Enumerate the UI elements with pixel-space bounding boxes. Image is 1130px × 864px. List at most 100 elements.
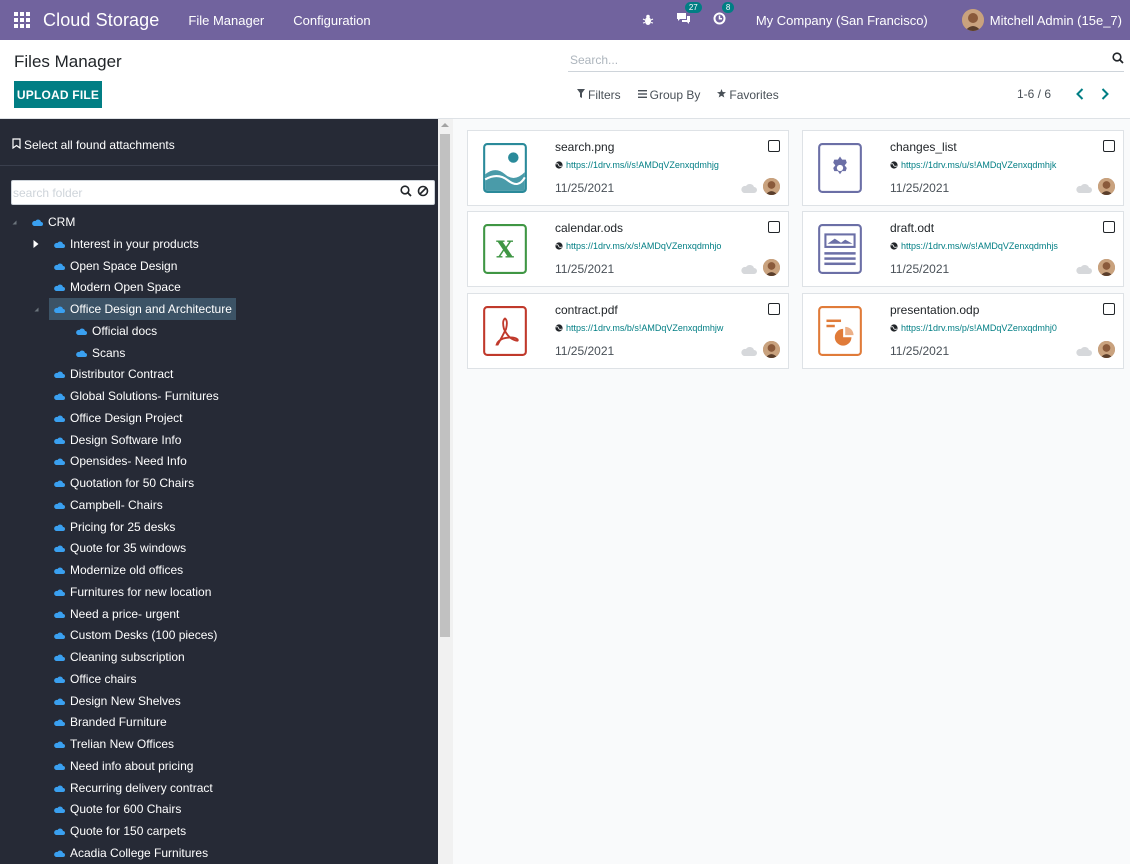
file-select-checkbox[interactable]	[1103, 303, 1115, 315]
expand-toggle-icon[interactable]	[31, 233, 41, 255]
avatar[interactable]	[763, 259, 780, 276]
activity-menu[interactable]: 8	[713, 2, 735, 28]
folder-item[interactable]: Office Design and Architecture	[49, 298, 236, 320]
folder-item[interactable]: Modern Open Space	[53, 276, 181, 298]
upload-file-button[interactable]: UPLOAD FILE	[14, 81, 102, 108]
folder-item[interactable]: Pricing for 25 desks	[53, 516, 175, 538]
file-url: https://1drv.ms/u/s!AMDqVZenxqdmhjk	[901, 160, 1057, 170]
expanded-toggle-icon[interactable]	[9, 211, 19, 233]
menu-file-manager[interactable]: File Manager	[188, 13, 264, 28]
select-all-attachments[interactable]: Select all found attachments	[12, 138, 175, 152]
file-url-link[interactable]: https://1drv.ms/u/s!AMDqVZenxqdmhjk	[890, 160, 1056, 170]
file-select-checkbox[interactable]	[1103, 140, 1115, 152]
expanded-toggle-icon[interactable]	[31, 298, 41, 320]
cloud-folder-icon	[53, 240, 65, 248]
folder-item[interactable]: Furnitures for new location	[53, 581, 211, 603]
pdf-file-icon	[482, 306, 528, 356]
folder-item[interactable]: Need a price- urgent	[53, 603, 179, 625]
folder-panel-scrollbar[interactable]	[438, 119, 453, 864]
binary-file-icon	[817, 143, 863, 193]
avatar[interactable]	[763, 341, 780, 358]
file-url-link[interactable]: https://1drv.ms/x/s!AMDqVZenxqdmhjo	[555, 241, 721, 251]
folder-item[interactable]: Open Space Design	[53, 255, 177, 277]
bars-icon	[637, 89, 647, 101]
folder-item[interactable]: Interest in your products	[53, 233, 199, 255]
file-card[interactable]: draft.odt https://1drv.ms/w/s!AMDqVZenxqd…	[802, 211, 1124, 287]
scroll-up-arrow[interactable]	[441, 123, 449, 127]
folder-item[interactable]: Office Design Project	[53, 407, 183, 429]
file-card[interactable]: search.png https://1drv.ms/i/s!AMDqVZenxq…	[467, 130, 789, 206]
pager-value[interactable]: 1-6 / 6	[1017, 87, 1051, 101]
folder-label: Quotation for 50 Chairs	[70, 476, 195, 490]
search-input[interactable]	[568, 49, 1108, 71]
folder-label: Modernize old offices	[70, 563, 184, 577]
file-card[interactable]: changes_list https://1drv.ms/u/s!AMDqVZen…	[802, 130, 1124, 206]
file-url-link[interactable]: https://1drv.ms/p/s!AMDqVZenxqdmhj0	[890, 323, 1057, 333]
app-name[interactable]: Cloud Storage	[43, 10, 159, 31]
folder-item[interactable]: Recurring delivery contract	[53, 777, 213, 799]
folder-item[interactable]: Campbell- Chairs	[53, 494, 163, 516]
globe-icon	[555, 242, 563, 250]
folder-item[interactable]: Quote for 150 carpets	[53, 820, 186, 842]
file-card[interactable]: presentation.odp https://1drv.ms/p/s!AMDq…	[802, 293, 1124, 369]
file-card[interactable]: contract.pdf https://1drv.ms/b/s!AMDqVZen…	[467, 293, 789, 369]
file-url-link[interactable]: https://1drv.ms/w/s!AMDqVZenxqdmhjs	[890, 241, 1058, 251]
folder-item[interactable]: Distributor Contract	[53, 363, 173, 385]
folder-item[interactable]: Quotation for 50 Chairs	[53, 472, 194, 494]
cloud-status-icon	[740, 262, 757, 277]
folder-item[interactable]: Opensides- Need Info	[53, 450, 187, 472]
folder-item[interactable]: Official docs	[75, 320, 157, 342]
folder-item[interactable]: Cleaning subscription	[53, 646, 185, 668]
search-icon[interactable]	[1112, 52, 1124, 67]
filters-dropdown[interactable]: Filters	[577, 88, 621, 102]
search-icon[interactable]	[400, 185, 412, 200]
cloud-folder-icon	[53, 588, 65, 596]
file-select-checkbox[interactable]	[768, 140, 780, 152]
folder-label: Quote for 150 carpets	[70, 824, 187, 838]
apps-menu-icon[interactable]	[14, 12, 30, 28]
folder-search-input[interactable]	[13, 183, 398, 202]
file-select-checkbox[interactable]	[768, 221, 780, 233]
cloud-folder-icon	[53, 283, 65, 291]
file-card[interactable]: Xcalendar.ods https://1drv.ms/x/s!AMDqVZe…	[467, 211, 789, 287]
avatar[interactable]	[1098, 341, 1115, 358]
cloud-folder-icon	[53, 305, 65, 313]
top-navbar: Cloud Storage File Manager Configuration…	[0, 0, 1130, 40]
scrollbar-thumb[interactable]	[440, 134, 450, 637]
folder-item[interactable]: Design New Shelves	[53, 690, 181, 712]
menu-configuration[interactable]: Configuration	[293, 13, 370, 28]
avatar[interactable]	[1098, 259, 1115, 276]
folder-item[interactable]: Modernize old offices	[53, 559, 183, 581]
folder-item[interactable]: Office chairs	[53, 668, 136, 690]
file-url-link[interactable]: https://1drv.ms/i/s!AMDqVZenxqdmhjg	[555, 160, 719, 170]
messaging-menu[interactable]: 27	[676, 2, 702, 28]
folder-item[interactable]: Global Solutions- Furnitures	[53, 385, 219, 407]
groupby-dropdown[interactable]: Group By	[637, 88, 700, 102]
pager-previous-button[interactable]	[1070, 86, 1090, 102]
company-switcher[interactable]: My Company (San Francisco)	[756, 13, 928, 28]
folder-item[interactable]: Need info about pricing	[53, 755, 193, 777]
folder-item[interactable]: Custom Desks (100 pieces)	[53, 624, 217, 646]
file-url-link[interactable]: https://1drv.ms/b/s!AMDqVZenxqdmhjw	[555, 323, 723, 333]
clear-search-icon[interactable]	[417, 185, 429, 200]
cloud-folder-icon	[53, 392, 65, 400]
folder-item[interactable]: Branded Furniture	[53, 711, 167, 733]
cloud-folder-icon	[53, 784, 65, 792]
debug-icon[interactable]	[642, 14, 654, 26]
folder-root-crm[interactable]: CRM	[31, 211, 75, 233]
file-select-checkbox[interactable]	[1103, 221, 1115, 233]
cloud-status-icon	[1075, 181, 1092, 196]
user-menu[interactable]: Mitchell Admin (15e_7)	[961, 9, 1122, 31]
folder-item[interactable]: Quote for 35 windows	[53, 537, 186, 559]
pager-next-button[interactable]	[1095, 86, 1115, 102]
folder-item[interactable]: Trelian New Offices	[53, 733, 174, 755]
folder-item[interactable]: Design Software Info	[53, 429, 181, 451]
folder-item[interactable]: Quote for 600 Chairs	[53, 798, 181, 820]
avatar[interactable]	[763, 178, 780, 195]
avatar[interactable]	[1098, 178, 1115, 195]
folder-item[interactable]: Scans	[75, 342, 125, 364]
globe-icon	[890, 324, 898, 332]
folder-item[interactable]: Acadia College Furnitures	[53, 842, 208, 864]
favorites-dropdown[interactable]: Favorites	[717, 88, 779, 102]
file-select-checkbox[interactable]	[768, 303, 780, 315]
